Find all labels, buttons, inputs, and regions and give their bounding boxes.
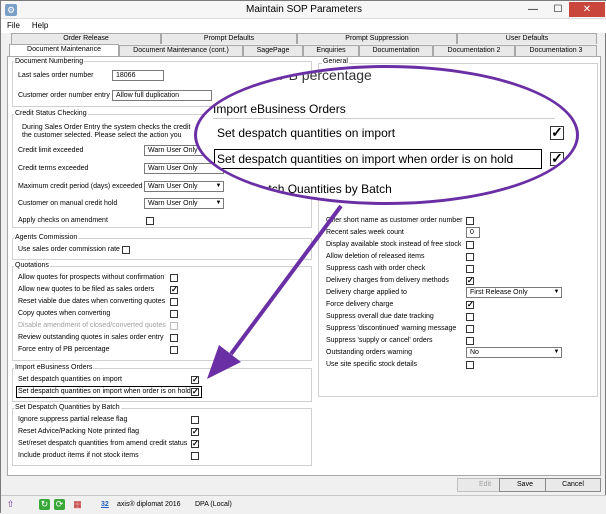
callout-row1-checkbox[interactable]: ✓ — [550, 125, 564, 140]
cancel-button[interactable]: Cancel — [545, 478, 601, 492]
callout-footer: t Despatch Quantities by Batch — [227, 182, 392, 196]
callout-heading: Import eBusiness Orders — [213, 102, 346, 116]
status-bar: ⇧ ↻ ⟳ ▦ 32 axis® diplomat 2016 DPA (Loca… — [1, 495, 606, 514]
callout-row1-label: Set despatch quantities on import — [217, 126, 396, 140]
database-name: DPA (Local) — [195, 501, 232, 508]
callout-row2-label: Set despatch quantities on import when o… — [217, 152, 514, 166]
callout-partial-heading: y or PB percentage — [252, 67, 372, 83]
refresh-icon[interactable]: ↻ — [39, 499, 50, 510]
sop-parameters-window: ⚙ Maintain SOP Parameters — ☐ ✕ File Help… — [0, 0, 606, 514]
product-name: axis® diplomat 2016 — [117, 501, 181, 508]
callout-divider — [213, 118, 555, 119]
export-icon[interactable]: ▦ — [72, 499, 83, 510]
sync-icon[interactable]: ⟳ — [54, 499, 65, 510]
upload-icon[interactable]: ⇧ — [5, 499, 16, 510]
tab-document-maintenance[interactable]: Document Maintenance — [9, 44, 119, 56]
save-button[interactable]: Save — [499, 478, 551, 492]
zoom-callout: y or PB percentage Import eBusiness Orde… — [194, 65, 579, 205]
record-count: 32 — [101, 501, 109, 508]
callout-row2-checkbox[interactable]: ✓ — [550, 151, 564, 166]
